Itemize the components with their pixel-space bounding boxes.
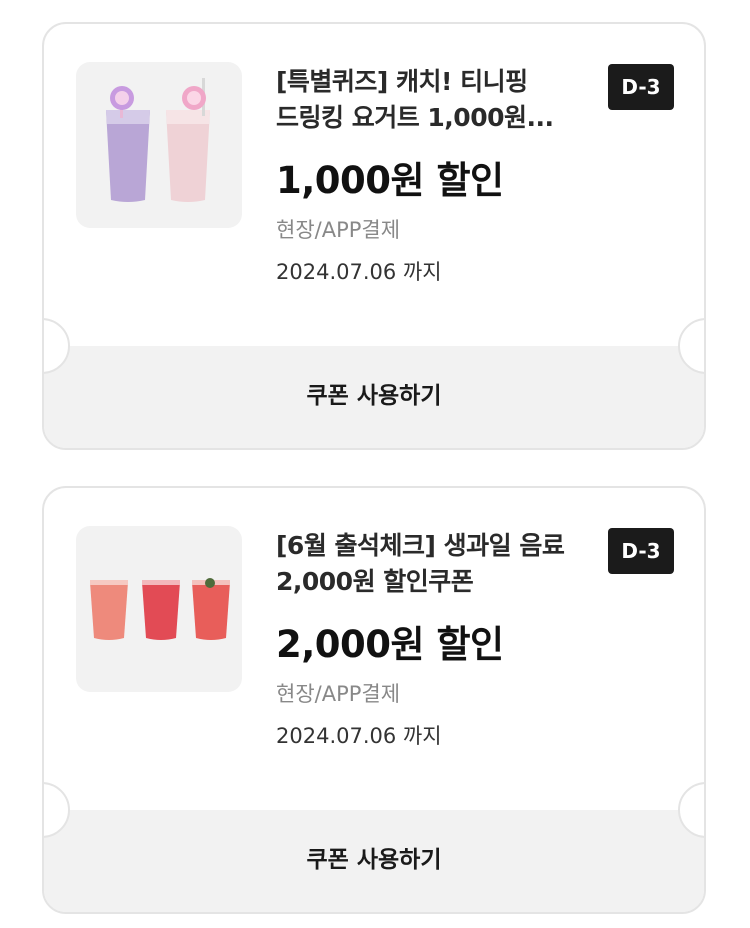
- coupon-product-image: [76, 526, 242, 692]
- coupon-title-line: [6월 출석체크] 생과일 음료: [276, 531, 565, 560]
- coupon-title: [특별퀴즈] 캐치! 티니핑 드링킹 요거트 1,000원...: [276, 64, 576, 136]
- drinking-yogurt-cups-icon: [106, 78, 210, 202]
- days-left-badge: D-3: [608, 528, 674, 574]
- coupon-title-line: [특별퀴즈] 캐치! 티니핑: [276, 67, 528, 96]
- expiry-date: 2024.07.06 까지: [276, 260, 442, 284]
- use-coupon-button[interactable]: 쿠폰 사용하기: [44, 346, 704, 448]
- use-coupon-button[interactable]: 쿠폰 사용하기: [44, 810, 704, 912]
- coupon-product-image: [76, 62, 242, 228]
- days-left-badge: D-3: [608, 64, 674, 110]
- payment-method: 현장/APP결제: [276, 682, 401, 706]
- coupon-title-line: 드링킹 요거트 1,000원...: [276, 103, 554, 132]
- expiry-date: 2024.07.06 까지: [276, 724, 442, 748]
- coupon-title: [6월 출석체크] 생과일 음료 2,000원 할인쿠폰: [276, 528, 576, 600]
- coupon-card: [특별퀴즈] 캐치! 티니핑 드링킹 요거트 1,000원... D-3 1,0…: [42, 22, 706, 450]
- coupon-title-line: 2,000원 할인쿠폰: [276, 567, 474, 596]
- discount-amount: 2,000원 할인: [276, 623, 504, 666]
- fresh-fruit-drinks-icon: [90, 578, 230, 640]
- discount-amount: 1,000원 할인: [276, 159, 504, 202]
- coupon-card: [6월 출석체크] 생과일 음료 2,000원 할인쿠폰 D-3 2,000원 …: [42, 486, 706, 914]
- payment-method: 현장/APP결제: [276, 218, 401, 242]
